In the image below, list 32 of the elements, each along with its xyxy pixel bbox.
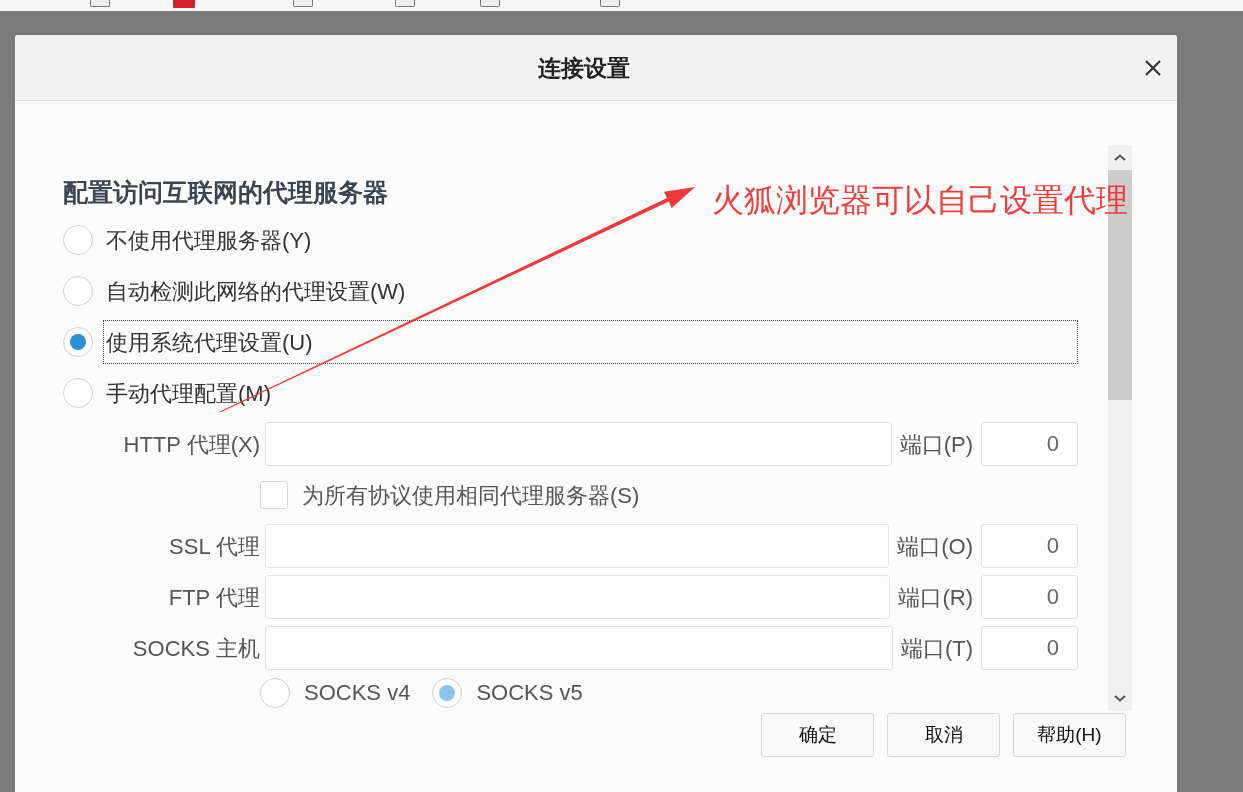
field-label: 端口(T) (900, 634, 973, 663)
field-label: 端口(R) (898, 583, 973, 612)
field-label: SSL 代理 (168, 532, 260, 561)
bookmark-icon[interactable] (293, 0, 313, 7)
close-icon[interactable] (1145, 59, 1161, 76)
radio-button[interactable] (63, 327, 93, 357)
proxy-host-field[interactable] (265, 626, 893, 670)
cancel-button[interactable]: 取消 (887, 713, 1000, 757)
radio-button[interactable] (63, 378, 93, 408)
bookmark-icon[interactable] (90, 0, 110, 7)
field-label: HTTP 代理(X) (122, 430, 260, 459)
bookmark-icon[interactable] (395, 0, 415, 7)
field-label: 端口(O) (897, 532, 973, 561)
dialog-title: 连接设置 (538, 53, 630, 83)
chevron-down-icon[interactable] (1114, 695, 1126, 702)
bookmark-icon[interactable] (480, 0, 500, 7)
field-label: SOCKS 主机 (131, 634, 260, 663)
help-button[interactable]: 帮助(H) (1013, 713, 1126, 757)
proxy-host-field[interactable] (265, 422, 892, 466)
radio-label[interactable]: 不使用代理服务器(Y) (103, 218, 313, 262)
annotation-text: 火狐浏览器可以自己设置代理 (712, 181, 1128, 220)
ok-button[interactable]: 确定 (761, 713, 874, 757)
field-label: FTP 代理 (167, 583, 260, 612)
proxy-host-field[interactable] (265, 575, 891, 619)
radio-button[interactable] (63, 276, 93, 306)
section-heading: 配置访问互联网的代理服务器 (63, 177, 388, 207)
proxy-host-field[interactable] (265, 524, 890, 568)
bookmark-icon[interactable] (600, 0, 620, 7)
chevron-up-icon[interactable] (1114, 154, 1126, 161)
radio-button[interactable] (63, 225, 93, 255)
radio-label[interactable]: 自动检测此网络的代理设置(W) (103, 269, 407, 313)
field-label: 端口(P) (899, 430, 973, 459)
